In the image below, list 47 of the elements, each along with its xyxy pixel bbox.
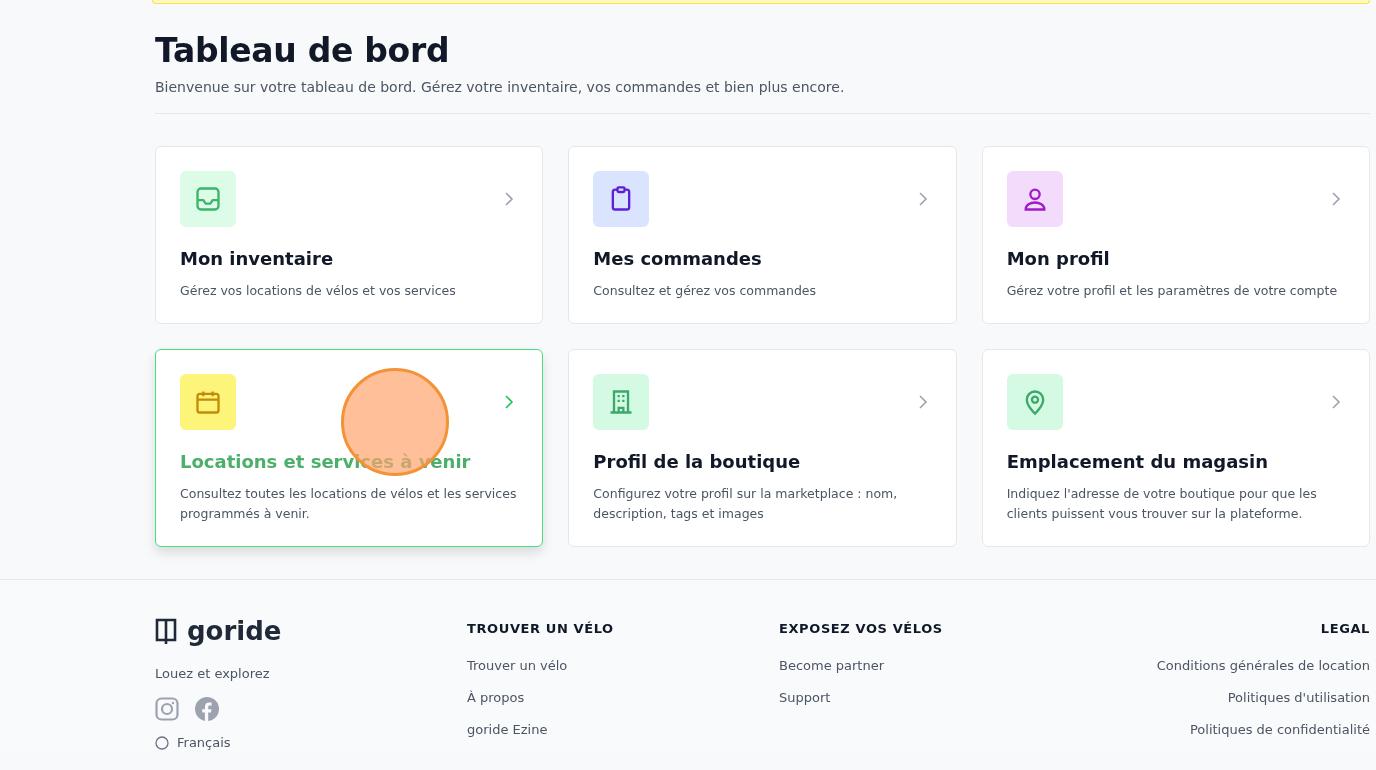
footer-link[interactable]: À propos xyxy=(467,688,779,708)
user-icon xyxy=(1006,171,1063,227)
inbox-tray-icon xyxy=(180,171,236,227)
chevron-right-icon xyxy=(1331,394,1341,410)
chevron-right-icon xyxy=(504,394,515,410)
book-logo-icon xyxy=(155,617,177,645)
footer-link[interactable]: Support xyxy=(779,688,1075,708)
footer-link[interactable]: Trouver un vélo xyxy=(467,656,779,676)
footer-heading: LEGAL xyxy=(1320,620,1370,638)
footer-link[interactable]: Politiques de confidentialité xyxy=(1189,720,1370,740)
card-description: Consultez et gérez vos commandes xyxy=(593,282,818,300)
card-description: Gérez votre profil et les paramètres de votre compte xyxy=(1006,282,1339,300)
footer-link[interactable]: Become partner xyxy=(779,656,1075,676)
dashboard-card[interactable]: Emplacement du magasin Indiquez l'adresse de votre boutique pour que les clients puissent vous trouver sur la plateforme. xyxy=(981,349,1370,547)
dashboard-card[interactable]: Profil de la boutique Configurez votre profil sur la marketplace : nom, description, tags et images xyxy=(568,349,957,547)
building-icon xyxy=(593,374,650,430)
map-pin-icon xyxy=(1006,374,1063,430)
footer-link[interactable]: Politiques d'utilisation xyxy=(1227,688,1370,708)
dashboard-card[interactable]: Mon inventaire Gérez vos locations de vélos et vos services xyxy=(155,146,544,324)
chevron-right-icon xyxy=(1331,191,1341,207)
chevron-right-icon xyxy=(917,394,928,410)
language-selector[interactable]: Français xyxy=(155,735,467,750)
footer-heading: EXPOSEZ VOS VÉLOS xyxy=(779,620,944,638)
instagram-icon[interactable] xyxy=(155,697,179,721)
card-title: Mes commandes xyxy=(593,247,763,271)
footer-heading: TROUVER UN VÉLO xyxy=(467,620,615,638)
card-title: Emplacement du magasin xyxy=(1006,450,1270,474)
tagline: Louez et explorez xyxy=(155,666,271,681)
footer-link[interactable]: Conditions générales de location xyxy=(1156,656,1370,676)
card-title: Profil de la boutique xyxy=(593,450,802,474)
dashboard-card[interactable]: Mes commandes Consultez et gérez vos commandes xyxy=(568,146,957,324)
card-description: Configurez votre profil sur la marketplace : nom, description, tags et images xyxy=(593,485,899,523)
card-description: Consultez toutes les locations de vélos et les services programmés à venir. xyxy=(180,485,518,523)
card-title: Mon profil xyxy=(1006,247,1111,271)
facebook-icon[interactable] xyxy=(195,697,219,721)
footer-link[interactable]: goride Ezine xyxy=(467,720,779,740)
card-title: Mon inventaire xyxy=(180,247,335,271)
card-description: Indiquez l'adresse de votre boutique pour que les clients puissent vous trouver sur la plateforme. xyxy=(1006,485,1318,523)
clipboard-icon xyxy=(593,171,650,227)
card-description: Gérez vos locations de vélos et vos services xyxy=(180,282,457,300)
brand-name: goride xyxy=(187,616,282,646)
chevron-right-icon xyxy=(917,191,928,207)
calendar-icon xyxy=(180,374,236,430)
chevron-right-icon xyxy=(504,191,515,207)
page-title: Tableau de bord xyxy=(155,31,451,71)
dashboard-card[interactable]: Mon profil Gérez votre profil et les paramètres de votre compte xyxy=(981,146,1370,324)
page-subtitle: Bienvenue sur votre tableau de bord. Gérez votre inventaire, vos commandes et bien plus encore. xyxy=(155,78,846,97)
